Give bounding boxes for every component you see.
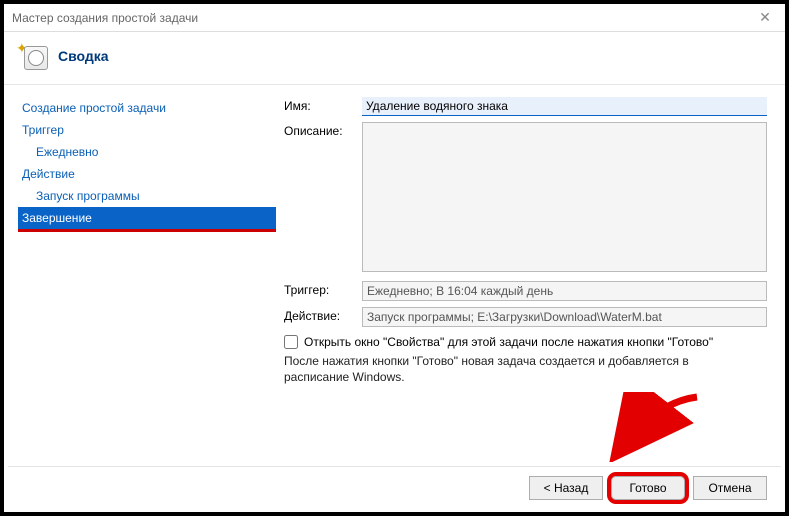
trigger-value xyxy=(362,281,767,301)
sidebar-item-trigger[interactable]: Триггер xyxy=(18,119,276,141)
sidebar-item-run-program[interactable]: Запуск программы xyxy=(18,185,276,207)
titlebar: Мастер создания простой задачи ✕ xyxy=(4,4,785,32)
description-input[interactable] xyxy=(362,122,767,272)
name-input[interactable] xyxy=(362,97,767,116)
sidebar-item-create-task[interactable]: Создание простой задачи xyxy=(18,97,276,119)
summary-icon: ✦ xyxy=(18,42,48,70)
wizard-header: ✦ Сводка xyxy=(4,32,785,85)
wizard-footer: < Назад Готово Отмена xyxy=(8,466,781,508)
footer-hint: После нажатия кнопки "Готово" новая зада… xyxy=(284,353,744,385)
wizard-steps: Создание простой задачи Триггер Ежедневн… xyxy=(4,85,284,465)
sidebar-item-action[interactable]: Действие xyxy=(18,163,276,185)
sidebar-item-daily[interactable]: Ежедневно xyxy=(18,141,276,163)
sidebar-item-finish[interactable]: Завершение xyxy=(18,207,276,232)
back-button[interactable]: < Назад xyxy=(529,476,603,500)
cancel-button[interactable]: Отмена xyxy=(693,476,767,500)
action-label: Действие: xyxy=(284,307,362,327)
trigger-label: Триггер: xyxy=(284,281,362,301)
name-label: Имя: xyxy=(284,97,362,116)
finish-button[interactable]: Готово xyxy=(611,476,685,500)
summary-form: Имя: Описание: Триггер: Действие: Открыт… xyxy=(284,85,785,465)
open-properties-checkbox[interactable] xyxy=(284,335,298,349)
close-icon[interactable]: ✕ xyxy=(753,9,777,26)
window-title: Мастер создания простой задачи xyxy=(12,11,753,25)
description-label: Описание: xyxy=(284,122,362,275)
open-properties-label: Открыть окно "Свойства" для этой задачи … xyxy=(304,335,713,349)
page-title: Сводка xyxy=(58,48,109,64)
action-value xyxy=(362,307,767,327)
